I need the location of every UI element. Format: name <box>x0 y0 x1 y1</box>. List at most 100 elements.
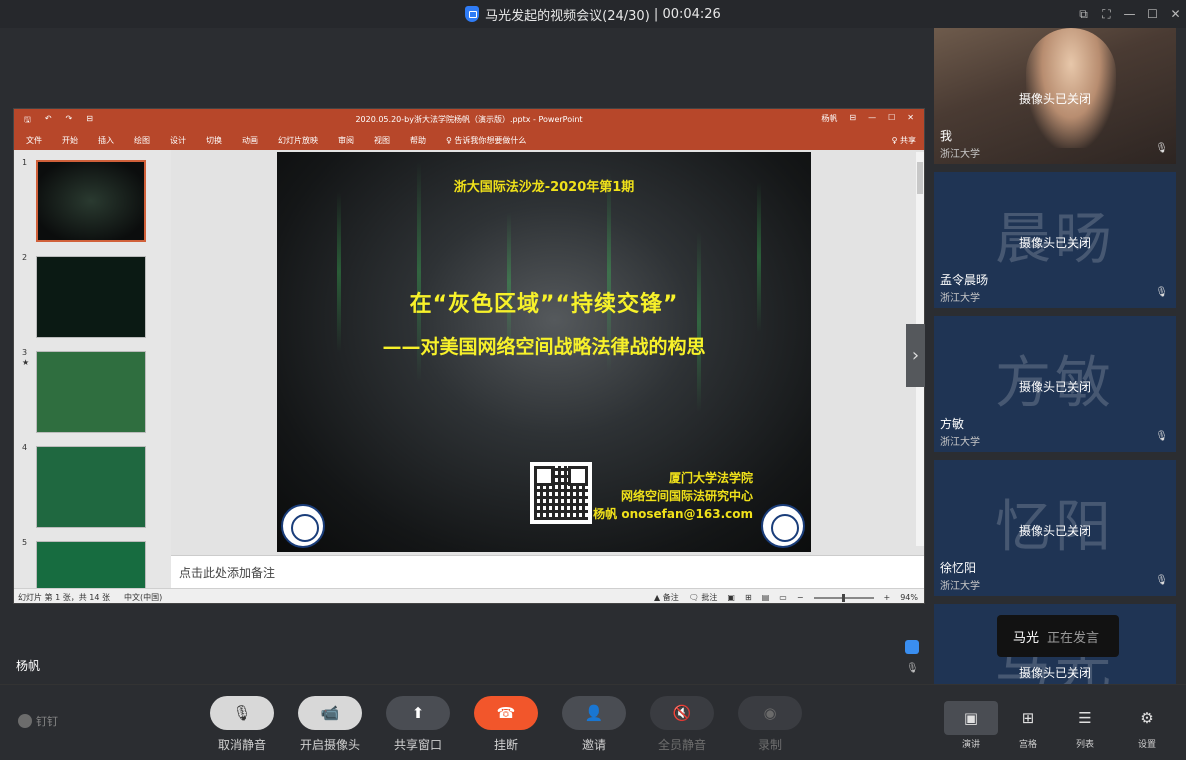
ppt-window-controls: 杨帆 ⊟ — ☐ ✕ <box>821 113 914 124</box>
slide-title-line1: 在“灰色区域”“持续交锋” <box>409 292 679 317</box>
participant-tile-me[interactable]: 摄像头已关闭 我 浙江大学 🎙 <box>934 28 1176 164</box>
slide-thumbnail-5[interactable] <box>36 541 146 588</box>
slide-subtitle: 浙大国际法沙龙-2020年第1期 <box>453 180 635 195</box>
participant-name: 我 <box>940 129 953 143</box>
participant-name: 徐忆阳 <box>940 561 977 575</box>
ppt-user[interactable]: 杨帆 <box>821 113 837 124</box>
ppt-filename: 2020.05.20-by浙大法学院杨帆（演示版）.pptx - PowerPo… <box>355 115 583 124</box>
participant-org: 浙江大学 <box>940 293 980 304</box>
next-page-arrow[interactable]: › <box>906 324 925 387</box>
start-camera-button[interactable]: 📹 开启摄像头 <box>298 696 362 753</box>
speaking-indicator: 马光 正在发言 <box>997 615 1119 657</box>
zoom-out-icon[interactable]: − <box>797 593 804 602</box>
mute-all-button[interactable]: 🔇 全员静音 <box>650 696 714 753</box>
camera-off-icon: 📹 <box>298 696 362 730</box>
current-slide[interactable]: 浙大国际法沙龙-2020年第1期 在“灰色区域”“持续交锋” ——对美国网络空间… <box>277 152 811 552</box>
share-window-label: 共享窗口 <box>393 738 442 752</box>
slide-thumbnail-4[interactable] <box>36 446 146 528</box>
presenter-name: 杨帆 <box>16 659 41 673</box>
comments-toggle[interactable]: 🗨 批注 <box>689 592 718 603</box>
reading-view-icon[interactable]: ▤ <box>762 593 770 602</box>
ppt-body: 1 2 3 ★ 4 5 浙大国际法沙龙-2020年第1期 在“灰色区域”“持续交… <box>14 150 924 588</box>
invite-button[interactable]: 👤 邀请 <box>562 696 626 753</box>
sorter-view-icon[interactable]: ⊞ <box>745 593 752 602</box>
unmute-button[interactable]: 🎙 取消静音 <box>210 696 274 753</box>
hang-up-button[interactable]: ☎ 挂断 <box>474 696 538 753</box>
maximize-icon[interactable]: ☐ <box>1141 5 1164 23</box>
normal-view-icon[interactable]: ▣ <box>727 593 735 602</box>
slide-thumbnails-pane[interactable]: 1 2 3 ★ 4 5 <box>14 150 171 588</box>
camera-off-text: 摄像头已关闭 <box>1018 524 1091 538</box>
zoom-in-icon[interactable]: + <box>884 593 891 602</box>
share-button[interactable]: ♀ 共享 <box>892 135 916 146</box>
camera-off-text: 摄像头已关闭 <box>1018 666 1091 680</box>
participant-name: 孟令晨旸 <box>940 273 989 287</box>
undo-icon[interactable]: ↶ <box>45 114 52 128</box>
slide-thumbnail-3[interactable] <box>36 351 146 433</box>
record-icon: ◉ <box>738 696 802 730</box>
tab-draw[interactable]: 绘图 <box>134 135 150 146</box>
ppt-ribbon-tabs: 文件 开始 插入 绘图 设计 切换 动画 幻灯片放映 审阅 视图 帮助 ♀ 告诉… <box>14 130 924 150</box>
university-seal-left <box>281 504 325 548</box>
tab-home[interactable]: 开始 <box>62 135 78 146</box>
ppt-status-bar: 幻灯片 第 1 张，共 14 张 中文(中国) ▲ 备注 🗨 批注 ▣ ⊞ ▤ … <box>14 588 924 603</box>
notes-pane[interactable]: 点击此处添加备注 <box>171 555 924 588</box>
qr-code <box>530 462 592 524</box>
ppt-close-icon[interactable]: ✕ <box>907 113 914 124</box>
dingtalk-logo: 钉钉 <box>18 713 58 729</box>
ppt-title-bar: 🖫 ↶ ↷ ⊟ 2020.05.20-by浙大法学院杨帆（演示版）.pptx -… <box>14 109 924 130</box>
slide-author-info: 厦门大学法学院 网络空间国际法研究中心 杨帆 onosefan@163.com <box>593 469 753 523</box>
save-icon[interactable]: 🖫 <box>24 114 31 128</box>
settings-button[interactable]: ⚙ <box>1120 701 1174 735</box>
participant-tile[interactable]: 晨旸 摄像头已关闭 孟令晨旸 浙江大学 🎙 <box>934 172 1176 308</box>
record-button[interactable]: ◉ 录制 <box>738 696 802 753</box>
grid-view-button[interactable]: ⊞ <box>1001 701 1055 735</box>
slide-thumbnail-2[interactable] <box>36 256 146 338</box>
presenter-mic-muted-icon: 🎙 <box>906 663 919 674</box>
participant-tile[interactable]: 忆阳 摄像头已关闭 徐忆阳 浙江大学 🎙 <box>934 460 1176 596</box>
notes-toggle[interactable]: ▲ 备注 <box>654 592 679 603</box>
camera-off-text: 摄像头已关闭 <box>1018 92 1091 106</box>
slide-thumbnail-1[interactable] <box>36 160 146 242</box>
tab-design[interactable]: 设计 <box>170 135 186 146</box>
mute-all-label: 全员静音 <box>657 738 706 752</box>
slideshow-view-icon[interactable]: ▭ <box>779 593 787 602</box>
slide-editor[interactable]: 浙大国际法沙龙-2020年第1期 在“灰色区域”“持续交锋” ——对美国网络空间… <box>171 150 924 588</box>
record-label: 录制 <box>757 738 782 752</box>
tab-file[interactable]: 文件 <box>26 135 42 146</box>
tab-animations[interactable]: 动画 <box>242 135 258 146</box>
minimize-icon[interactable]: — <box>1118 5 1141 23</box>
ribbon-options-icon[interactable]: ⊟ <box>849 113 856 124</box>
hang-up-icon: ☎ <box>474 696 538 730</box>
close-icon[interactable]: ✕ <box>1164 5 1186 23</box>
tab-view[interactable]: 视图 <box>374 135 390 146</box>
share-window-button[interactable]: ⬆ 共享窗口 <box>386 696 450 753</box>
mic-muted-icon: 🎙 <box>1155 431 1168 442</box>
list-view-button[interactable]: ☰ <box>1058 701 1112 735</box>
tab-insert[interactable]: 插入 <box>98 135 114 146</box>
ppt-maximize-icon[interactable]: ☐ <box>888 113 895 124</box>
tab-help[interactable]: 帮助 <box>410 135 426 146</box>
tab-transitions[interactable]: 切换 <box>206 135 222 146</box>
powerpoint-window[interactable]: 🖫 ↶ ↷ ⊟ 2020.05.20-by浙大法学院杨帆（演示版）.pptx -… <box>13 108 925 604</box>
tab-slideshow[interactable]: 幻灯片放映 <box>278 135 318 146</box>
zoom-slider[interactable] <box>813 593 874 602</box>
meeting-title: 马光发起的视频会议(24/30) <box>485 8 650 24</box>
tell-me-search[interactable]: ♀ 告诉我你想要做什么 <box>446 135 526 146</box>
tab-review[interactable]: 审阅 <box>338 135 354 146</box>
author-institution: 厦门大学法学院 <box>668 471 753 485</box>
popout-icon[interactable]: ⧉ <box>1072 5 1095 23</box>
slide-title-line2: ——对美国网络空间战略法律战的构思 <box>382 336 706 358</box>
add-user-icon: 👤 <box>562 696 626 730</box>
speaker-view-button[interactable]: ▣ <box>944 701 998 735</box>
zoom-level[interactable]: 94% <box>900 593 918 602</box>
quick-access-toolbar: 🖫 ↶ ↷ ⊟ <box>24 114 93 128</box>
participant-tile[interactable]: 方敏 摄像头已关闭 方敏 浙江大学 🎙 <box>934 316 1176 452</box>
redo-icon[interactable]: ↷ <box>66 114 73 128</box>
fullscreen-icon[interactable]: ⛶ <box>1095 5 1118 23</box>
ppt-minimize-icon[interactable]: — <box>868 113 876 124</box>
language-indicator[interactable]: 中文(中国) <box>124 592 162 603</box>
present-icon[interactable]: ⊟ <box>86 114 93 128</box>
camera-off-text: 摄像头已关闭 <box>1018 236 1091 250</box>
mic-muted-icon: 🎙 <box>1155 143 1168 154</box>
